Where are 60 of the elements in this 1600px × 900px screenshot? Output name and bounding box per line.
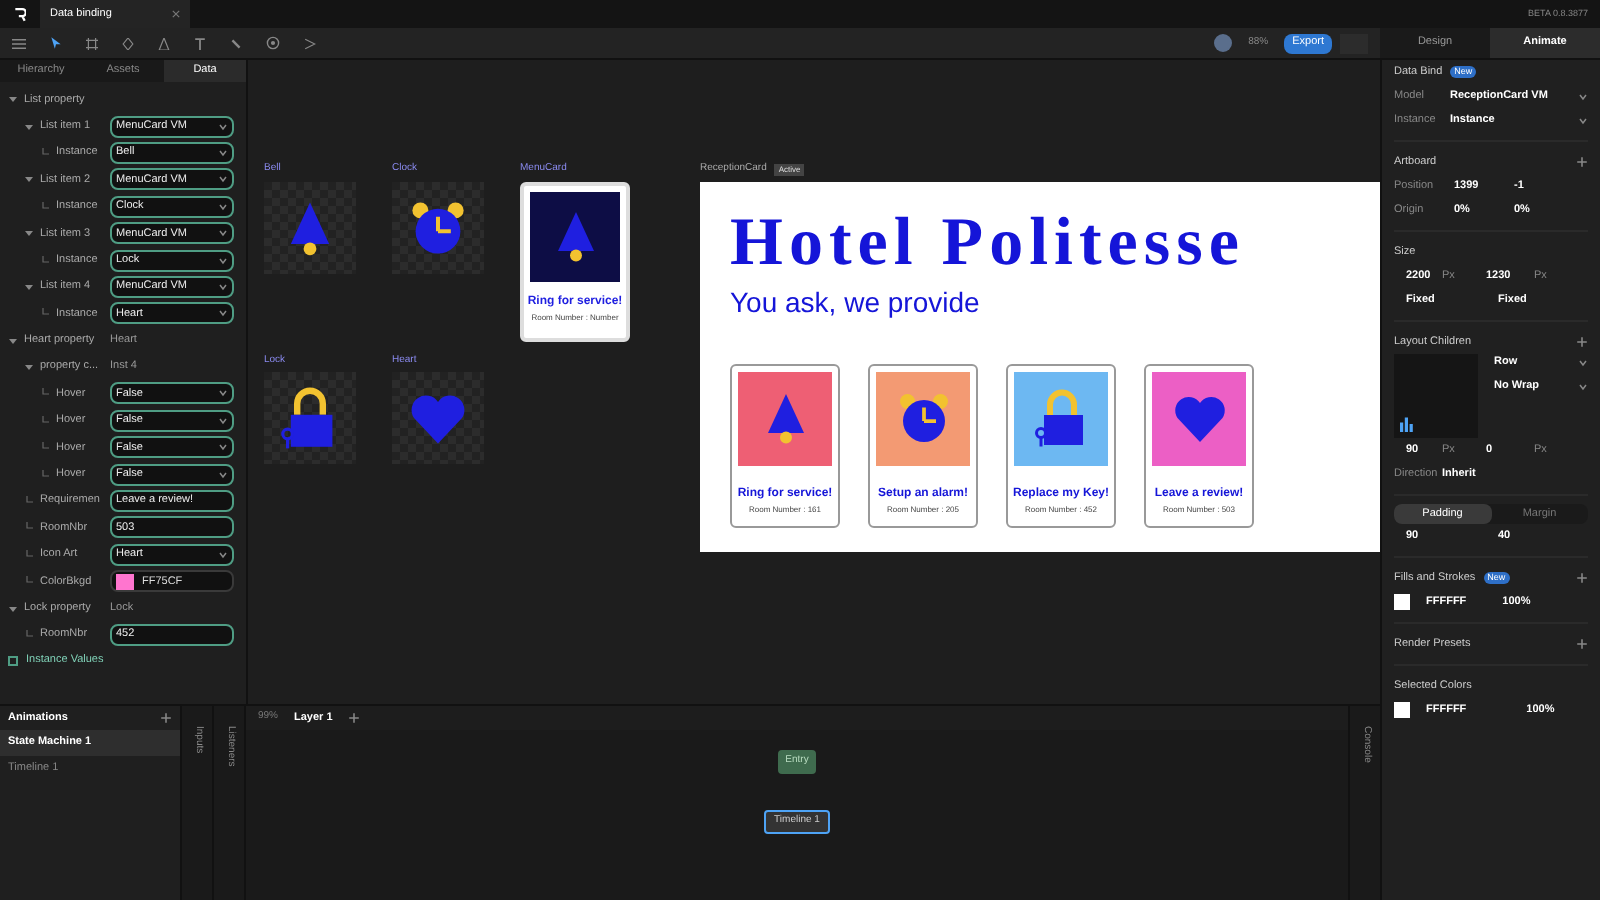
- add-icon[interactable]: [1576, 572, 1588, 584]
- chevron-icon: [218, 415, 228, 426]
- logo-icon[interactable]: [14, 7, 26, 21]
- chevron-icon: [218, 442, 228, 453]
- tree-line-icon: [40, 147, 50, 158]
- chevron-icon: [218, 228, 228, 239]
- expanded-caret-icon[interactable]: [8, 94, 18, 105]
- chevron-icon: [1578, 115, 1588, 125]
- pen-icon[interactable]: [122, 37, 134, 49]
- chevron-icon: [218, 469, 228, 480]
- chevron-icon: [218, 147, 228, 158]
- shape-icon[interactable]: [158, 37, 170, 49]
- expanded-caret-icon[interactable]: [24, 362, 34, 373]
- add-icon[interactable]: [1576, 336, 1588, 348]
- chevron-icon: [1578, 357, 1588, 368]
- chevron-icon: [218, 281, 228, 292]
- color-swatch[interactable]: [1394, 594, 1410, 610]
- chevron-icon: [1578, 91, 1588, 101]
- cursor-icon[interactable]: [50, 36, 62, 50]
- close-icon[interactable]: [172, 10, 180, 18]
- chevron-icon: [1578, 381, 1588, 392]
- tree-line-icon: [24, 630, 34, 640]
- tree-line-icon: [24, 549, 34, 560]
- bar-chart-icon: [1400, 416, 1416, 432]
- color-swatch[interactable]: [1394, 702, 1410, 718]
- tree-line-icon: [40, 255, 50, 266]
- add-icon[interactable]: [348, 712, 361, 724]
- chevron-icon: [218, 549, 228, 560]
- expanded-caret-icon[interactable]: [24, 121, 34, 132]
- text-icon[interactable]: [194, 37, 206, 49]
- expanded-caret-icon[interactable]: [24, 281, 34, 292]
- tree-line-icon: [40, 442, 50, 453]
- expanded-caret-icon[interactable]: [24, 174, 34, 185]
- chevron-icon: [218, 121, 228, 132]
- expanded-caret-icon[interactable]: [8, 603, 18, 614]
- tree-line-icon: [40, 201, 50, 212]
- hotel-subtitle: You ask, we provide: [730, 283, 982, 322]
- chevron-icon: [218, 255, 228, 266]
- avatar-icon[interactable]: [1214, 34, 1233, 52]
- link-icon: [8, 655, 18, 666]
- add-icon[interactable]: [1576, 638, 1588, 650]
- tree-line-icon: [40, 308, 50, 319]
- tree-line-icon: [40, 415, 50, 426]
- chevron-icon: [218, 308, 228, 319]
- chevron-icon: [218, 201, 228, 212]
- tree-line-icon: [40, 469, 50, 480]
- tree-line-icon: [24, 522, 34, 533]
- add-icon[interactable]: [1576, 156, 1588, 168]
- tree-line-icon: [24, 576, 34, 587]
- tree-line-icon: [40, 388, 50, 399]
- add-icon[interactable]: [160, 712, 172, 724]
- frame-icon[interactable]: [86, 37, 98, 49]
- expanded-caret-icon[interactable]: [8, 335, 18, 346]
- target-icon[interactable]: [266, 36, 280, 50]
- tree-line-icon: [24, 496, 34, 507]
- chevron-icon: [218, 174, 228, 185]
- hotel-title: Hotel Politesse: [730, 209, 1247, 277]
- chevron-icon: [218, 388, 228, 399]
- expanded-caret-icon[interactable]: [24, 228, 34, 239]
- menu-icon[interactable]: [12, 37, 26, 49]
